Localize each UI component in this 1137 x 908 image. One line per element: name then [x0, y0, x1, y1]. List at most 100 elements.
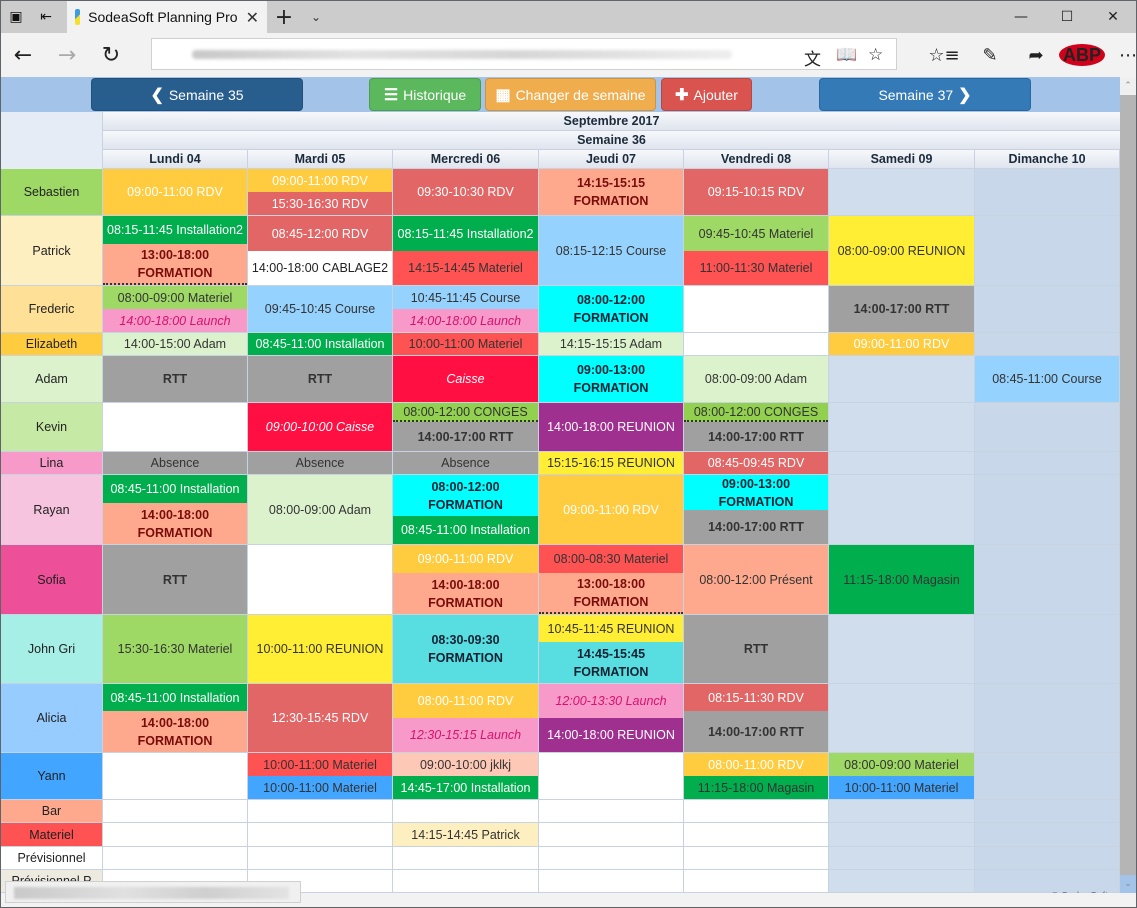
day-cell[interactable]: 08:45-11:00 Installation 14:00-18:00 FORM…	[103, 475, 248, 545]
planning-event[interactable]: 08:00-12:00 FORMATION	[539, 286, 683, 332]
planning-event[interactable]: 08:45-11:00 Course	[975, 356, 1119, 402]
day-cell[interactable]	[975, 870, 1120, 893]
back-arrow-icon[interactable]: ←	[1, 43, 45, 68]
day-cell[interactable]: RTT	[103, 356, 248, 403]
planning-event[interactable]: 08:00-12:00 CONGES	[393, 403, 538, 422]
day-cell[interactable]: 09:15-10:15 RDV	[684, 169, 829, 216]
day-cell[interactable]	[975, 169, 1120, 216]
day-cell[interactable]: Absence	[103, 452, 248, 475]
translate-icon[interactable]: 文	[804, 45, 821, 70]
day-cell[interactable]	[829, 356, 975, 403]
favorites-list-icon[interactable]: ☆≡	[921, 45, 967, 66]
employee-name[interactable]: Patrick	[1, 216, 103, 286]
employee-name[interactable]: John Gri	[1, 615, 103, 684]
planning-event[interactable]: 09:00-11:00 RDV	[103, 169, 247, 215]
add-button[interactable]: ✚ Ajouter	[661, 78, 752, 111]
planning-event[interactable]: 08:45-11:00 Installation	[393, 516, 538, 544]
planning-event[interactable]: 08:30-09:30 FORMATION	[393, 615, 538, 683]
day-cell[interactable]: 08:00-12:00 Présent	[684, 545, 829, 615]
browser-tab[interactable]: SodeaSoft Planning Pro ✕	[67, 1, 267, 33]
day-cell[interactable]	[829, 870, 975, 893]
planning-event[interactable]: RTT	[248, 356, 392, 402]
day-cell[interactable]: Absence	[393, 452, 539, 475]
day-cell[interactable]	[684, 286, 829, 333]
planning-event[interactable]: 08:00-09:00 Adam	[248, 475, 392, 544]
day-cell[interactable]: 14:15-15:15 FORMATION	[539, 169, 684, 216]
planning-event[interactable]: 08:00-09:00 Materiel	[103, 286, 247, 309]
planning-event[interactable]: Absence	[103, 452, 247, 474]
day-cell[interactable]: 08:30-09:30 FORMATION	[393, 615, 539, 684]
planning-event[interactable]: RTT	[103, 545, 247, 614]
day-cell[interactable]	[539, 823, 684, 847]
planning-event[interactable]: RTT	[684, 615, 828, 683]
day-cell[interactable]	[975, 333, 1120, 356]
planning-event[interactable]: 14:00-18:00 REUNION	[539, 403, 683, 451]
employee-name[interactable]: Lina	[1, 452, 103, 475]
plus-icon[interactable]: +	[267, 1, 301, 33]
planning-event[interactable]: 08:00-12:00 CONGES	[684, 403, 828, 422]
day-cell[interactable]	[684, 847, 829, 870]
employee-name[interactable]: Frederic	[1, 286, 103, 333]
planning-event[interactable]: 14:15-14:45 Patrick	[393, 823, 538, 846]
day-cell[interactable]: 14:15-15:15 Adam	[539, 333, 684, 356]
scroll-down-icon[interactable]: ⌄	[1120, 875, 1136, 893]
planning-event[interactable]: 14:00-17:00 RTT	[684, 422, 828, 451]
day-cell[interactable]: 15:30-16:30 Materiel	[103, 615, 248, 684]
planning-event[interactable]: 12:30-15:15 Launch	[393, 718, 538, 752]
planning-event[interactable]: 14:00-15:00 Adam	[103, 333, 247, 355]
abp-icon[interactable]: ABP	[1059, 44, 1105, 66]
employee-name[interactable]: Sofia	[1, 545, 103, 615]
day-cell[interactable]: 14:00-15:00 Adam	[103, 333, 248, 356]
planning-event[interactable]: 08:15-11:45 Installation2	[103, 216, 247, 244]
day-cell[interactable]: 09:00-11:00 RDV 15:30-16:30 RDV	[248, 169, 393, 216]
day-cell[interactable]	[393, 870, 539, 893]
day-cell[interactable]: 10:45-11:45 Course 14:00-18:00 Launch	[393, 286, 539, 333]
planning-event[interactable]: 14:45-17:00 Installation	[393, 776, 538, 799]
day-cell[interactable]	[248, 847, 393, 870]
chevron-down-icon[interactable]: ⌄	[301, 1, 331, 33]
day-cell[interactable]: 08:45-11:00 Installation	[248, 333, 393, 356]
planning-event[interactable]: 12:30-15:45 RDV	[248, 684, 392, 752]
day-cell[interactable]	[393, 847, 539, 870]
employee-name[interactable]: Materiel	[1, 823, 103, 847]
pen-icon[interactable]: ✎	[967, 45, 1013, 66]
planning-event[interactable]: 08:45-09:45 RDV	[684, 452, 828, 474]
day-cell[interactable]: 14:00-18:00 REUNION	[539, 403, 684, 452]
day-cell[interactable]: 12:00-13:30 Launch 14:00-18:00 REUNION	[539, 684, 684, 753]
day-cell[interactable]: 08:00-09:00 Adam	[248, 475, 393, 545]
close-icon[interactable]: ✕	[246, 8, 259, 27]
day-cell[interactable]	[975, 545, 1120, 615]
planning-event[interactable]: 14:00-18:00 FORMATION	[393, 573, 538, 614]
day-cell[interactable]: 09:00-13:00 FORMATION	[539, 356, 684, 403]
employee-name[interactable]: Prévisionnel	[1, 847, 103, 870]
day-cell[interactable]: 15:15-16:15 REUNION	[539, 452, 684, 475]
day-cell[interactable]: 08:45-11:00 Installation 14:00-18:00 FORM…	[103, 684, 248, 753]
day-cell[interactable]	[103, 403, 248, 452]
planning-event[interactable]: 10:00-11:00 Materiel	[393, 333, 538, 355]
day-cell[interactable]: 09:00-11:00 RDV 14:00-18:00 FORMATION	[393, 545, 539, 615]
planning-event[interactable]: 08:15-12:15 Course	[539, 216, 683, 285]
day-cell[interactable]: 08:00-09:00 Adam	[684, 356, 829, 403]
history-button[interactable]: ☰ Historique	[369, 78, 481, 111]
day-cell[interactable]: 08:00-12:00 CONGES 14:00-17:00 RTT	[684, 403, 829, 452]
planning-event[interactable]: 10:45-11:45 Course	[393, 286, 538, 309]
day-cell[interactable]: 08:15-11:45 Installation2 14:15-14:45 Mat…	[393, 216, 539, 286]
book-icon[interactable]: 📖	[836, 45, 857, 65]
planning-event[interactable]: 15:30-16:30 RDV	[248, 192, 392, 215]
prev-week-button[interactable]: ❮ Semaine 35	[91, 78, 303, 111]
day-cell[interactable]: 08:00-09:00 Materiel 10:00-11:00 Materiel	[829, 753, 975, 800]
planning-event[interactable]: 14:00-17:00 RTT	[684, 711, 828, 752]
planning-event[interactable]: 09:00-10:00 jklkj	[393, 753, 538, 776]
planning-event[interactable]: 14:00-18:00 FORMATION	[103, 711, 247, 752]
day-cell[interactable]	[975, 475, 1120, 545]
planning-event[interactable]: 14:00-18:00 Launch	[103, 309, 247, 332]
scroll-up-icon[interactable]: ⌃	[1120, 77, 1136, 95]
refresh-icon[interactable]: ↻	[89, 43, 133, 68]
planning-event[interactable]: 09:45-10:45 Course	[248, 286, 392, 332]
address-bar[interactable]: 文 📖 ☆	[151, 38, 897, 70]
planning-event[interactable]: 14:00-17:00 RTT	[393, 422, 538, 451]
day-cell[interactable]: 14:15-14:45 Patrick	[393, 823, 539, 847]
day-cell[interactable]	[829, 823, 975, 847]
set-aside-tabs-icon[interactable]: ⇤	[31, 1, 61, 33]
planning-event[interactable]: 09:00-11:00 RDV	[829, 333, 974, 355]
